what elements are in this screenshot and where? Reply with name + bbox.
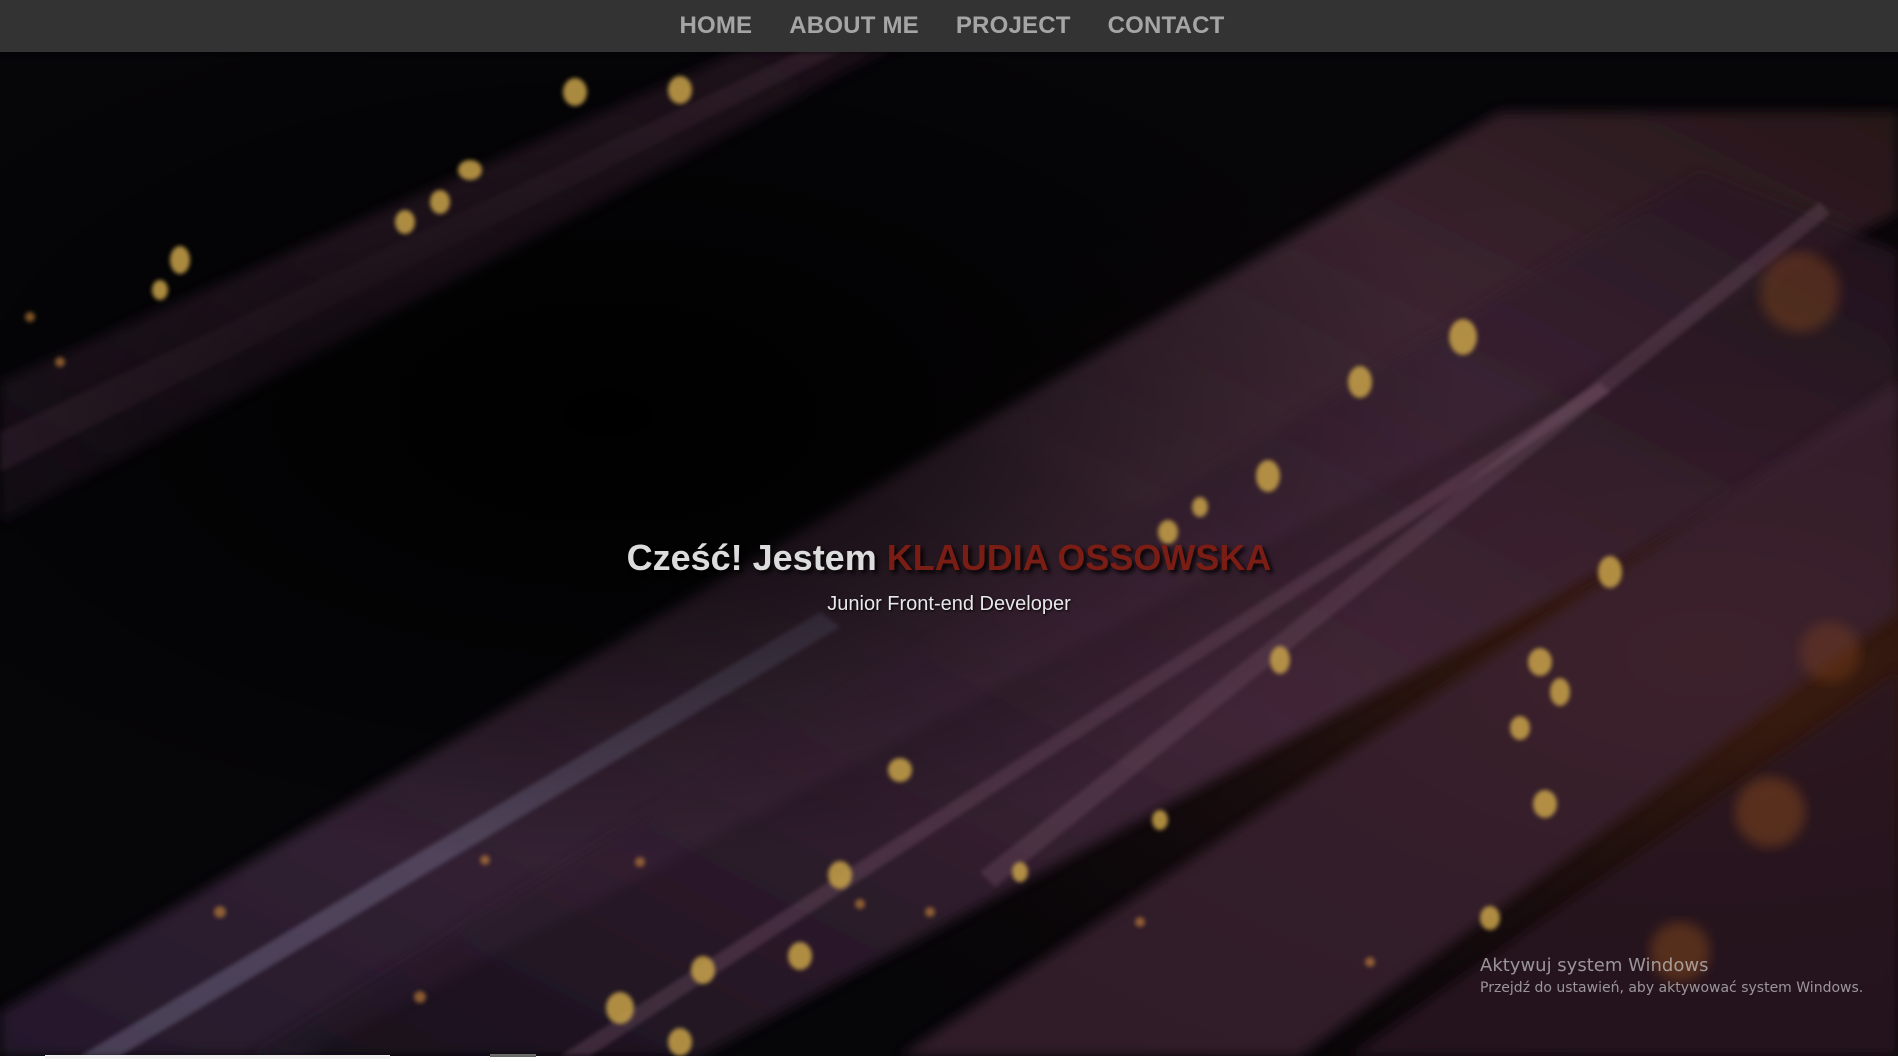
nav-link-about-me[interactable]: ABOUT ME — [789, 0, 919, 52]
nav-link-project[interactable]: PROJECT — [956, 0, 1071, 52]
watermark-title: Aktywuj system Windows — [1480, 955, 1709, 976]
top-navbar: HOME ABOUT ME PROJECT CONTACT — [0, 0, 1898, 52]
hero-name: KLAUDIA OSSOWSKA — [886, 537, 1272, 578]
page: HOME ABOUT ME PROJECT CONTACT Cześć! Jes… — [0, 0, 1898, 1062]
nav-menu: HOME ABOUT ME PROJECT CONTACT — [0, 0, 1898, 52]
watermark-text: Przejdź do ustawień, aby aktywować syste… — [1480, 980, 1864, 996]
nav-link-home[interactable]: HOME — [679, 0, 752, 52]
scroll-indicator — [490, 1054, 536, 1057]
windows-activation-watermark: Aktywuj system Windows Przejdź do ustawi… — [1480, 954, 1863, 998]
hero-greeting: Cześć! Jestem — [626, 537, 877, 578]
horizontal-scrollbar-thumb[interactable] — [45, 1055, 390, 1059]
hero-section: Cześć! Jestem KLAUDIA OSSOWSKA Junior Fr… — [0, 52, 1898, 1056]
hero-subtitle: Junior Front-end Developer — [827, 593, 1071, 615]
hero-heading: Cześć! Jestem KLAUDIA OSSOWSKA — [0, 537, 1898, 579]
nav-link-contact[interactable]: CONTACT — [1108, 0, 1225, 52]
